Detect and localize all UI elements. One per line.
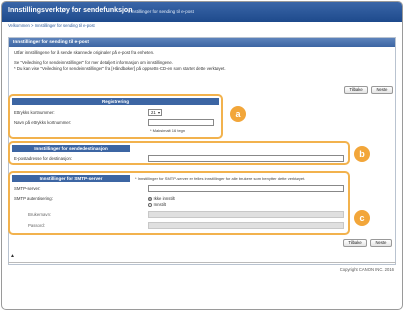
auth-off-label: Ikke innstilt [153, 196, 175, 201]
auth-off-option[interactable]: Ikke innstilt [148, 196, 175, 201]
app-title: Innstillingsverktøy for sendefunksjon [8, 7, 133, 14]
auth-on-option[interactable]: Innstilt [148, 202, 166, 207]
badge-c: c [354, 210, 370, 226]
auth-label: SMTP autentisering: [14, 196, 53, 201]
smtp-title: Innstillinger for SMTP-server [12, 175, 130, 182]
next-button-bottom[interactable]: Neste [370, 239, 392, 247]
chevron-down-icon: ▾ [157, 110, 160, 115]
number-value: 21 [151, 110, 156, 115]
radio-selected-icon[interactable] [148, 196, 152, 201]
footer-divider [8, 262, 396, 263]
page-subtitle: Innstillinger for sending til e-post [128, 8, 194, 14]
destination-section: Innstillinger for sendedestinasjon E-pos… [8, 141, 350, 165]
back-button-bottom[interactable]: Tilbake [343, 239, 367, 247]
server-label: SMTP-server: [14, 186, 41, 191]
intro-guide-text: Se "Veiledning for sendeinnstillinger" f… [14, 60, 174, 65]
app-header: Innstillingsverktøy for sendefunksjon In… [2, 2, 402, 22]
max-note: * Maksimalt 16 tegn [150, 128, 186, 133]
back-button[interactable]: Tilbake [344, 86, 368, 94]
server-input[interactable] [148, 185, 344, 192]
radio-icon[interactable] [148, 202, 152, 207]
name-label: Navn på ettrykks kortnummer: [14, 120, 72, 125]
next-button[interactable]: Neste [371, 86, 393, 94]
number-label: Ettrykks kortnummer: [14, 110, 55, 115]
window: Innstillingsverktøy for sendefunksjon In… [1, 1, 403, 310]
name-input[interactable] [148, 119, 214, 126]
smtp-section: Innstillinger for SMTP-server * Innstill… [8, 171, 350, 235]
copyright: Copyright CANON INC. 2016 [339, 267, 394, 272]
intro-guide-note: * Du kan vise "Veiledning for sendeinnst… [14, 66, 226, 71]
password-label: Passord: [28, 223, 45, 228]
user-label: Brukernavn: [28, 212, 52, 217]
registration-title: Registrering [12, 98, 219, 105]
badge-b: b [354, 146, 370, 162]
smtp-note: * Innstillinger for SMTP-server er felle… [135, 176, 306, 181]
badge-a: a [230, 106, 246, 122]
auth-on-label: Innstilt [153, 202, 166, 207]
email-label: E-postadresse for destinasjon: [14, 156, 73, 161]
number-select[interactable]: 21 ▾ [148, 109, 162, 116]
panel-title: Innstillinger for sending til e-post [9, 38, 395, 47]
email-input[interactable] [148, 155, 344, 162]
intro-text: Utfør innstillingene for å sende skanned… [14, 50, 155, 55]
registration-section: Registrering Ettrykks kortnummer: 21 ▾ Na… [8, 94, 223, 139]
user-input[interactable] [148, 211, 344, 218]
scroll-top-icon[interactable]: ▲ [10, 253, 15, 259]
password-input[interactable] [148, 222, 344, 229]
breadcrumb[interactable]: Velkommen > Innstillinger for sending ti… [8, 23, 95, 28]
destination-title: Innstillinger for sendedestinasjon [12, 145, 130, 152]
